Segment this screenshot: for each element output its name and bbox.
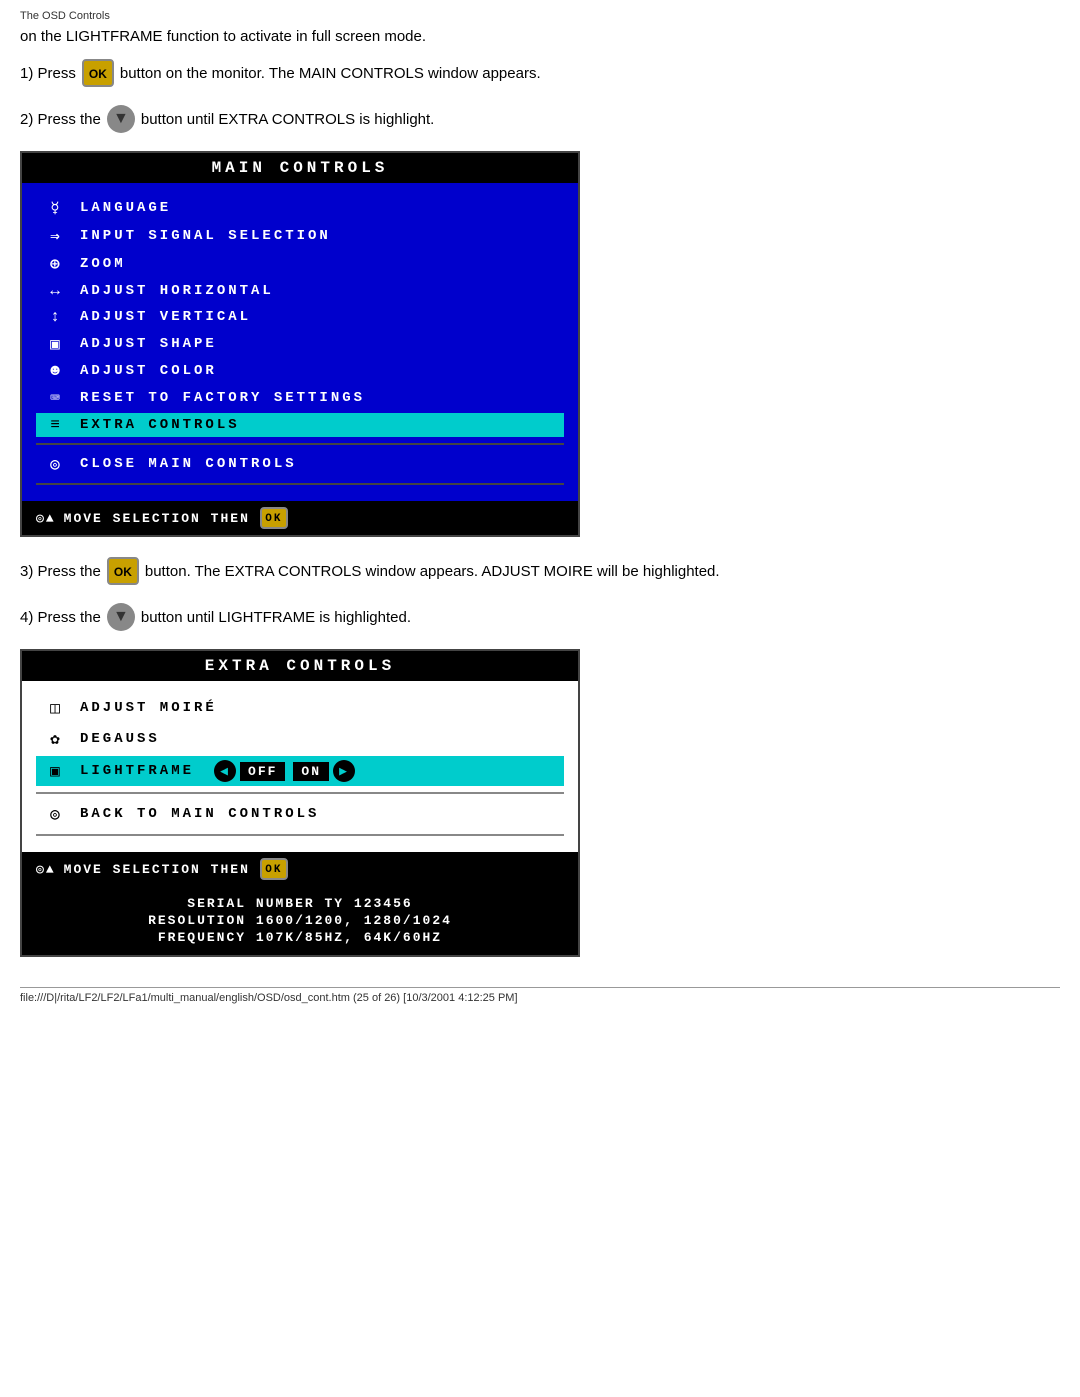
footer-ok-icon: OK [260, 507, 288, 529]
input-signal-label: INPUT SIGNAL SELECTION [80, 228, 331, 244]
back-label: BACK TO MAIN CONTROLS [80, 806, 319, 822]
footer-arrows-icon: ◎▲ [36, 511, 56, 526]
degauss-label: DEGAUSS [80, 731, 160, 747]
step1-suffix: button on the monitor. The MAIN CONTROLS… [120, 65, 541, 82]
extra-menu-item-adjust-moire[interactable]: ◫ ADJUST MOIRÉ [36, 694, 564, 722]
extra-controls-title: EXTRA CONTROLS [22, 651, 578, 681]
lightframe-label: LIGHTFRAME [80, 763, 194, 779]
osd-divider1 [36, 443, 564, 445]
extra-info-section: SERIAL NUMBER TY 123456 RESOLUTION 1600/… [22, 886, 578, 955]
step2: 2) Press the ▼ button until EXTRA CONTRO… [20, 105, 1060, 133]
zoom-icon: ⊕ [42, 254, 70, 274]
menu-item-adjust-vertical[interactable]: ↕ ADJUST VERTICAL [36, 305, 564, 329]
step1-prefix: 1) Press [20, 65, 76, 82]
extra-menu-item-degauss[interactable]: ✿ DEGAUSS [36, 725, 564, 753]
osd-divider2 [36, 483, 564, 485]
menu-item-reset[interactable]: ⌨ RESET TO FACTORY SETTINGS [36, 385, 564, 411]
step1: 1) Press OK button on the monitor. The M… [20, 59, 1060, 87]
extra-controls-footer: ◎▲ MOVE SELECTION THEN OK [22, 852, 578, 886]
step2-prefix: 2) Press the [20, 111, 101, 128]
lf-left-arrow[interactable]: ◀ [214, 760, 236, 782]
back-icon: ◎ [42, 804, 70, 824]
step2-suffix: button until EXTRA CONTROLS is highlight… [141, 111, 434, 128]
adjust-horizontal-label: ADJUST HORIZONTAL [80, 283, 274, 299]
extra-menu-item-back[interactable]: ◎ BACK TO MAIN CONTROLS [36, 800, 564, 828]
reset-icon: ⌨ [42, 388, 70, 408]
menu-item-close-main[interactable]: ◎ CLOSE MAIN CONTROLS [36, 451, 564, 477]
lf-right-arrow[interactable]: ▶ [333, 760, 355, 782]
close-icon: ◎ [42, 454, 70, 474]
step4-suffix: button until LIGHTFRAME is highlighted. [141, 609, 411, 626]
adjust-horizontal-icon: ↔ [42, 282, 70, 300]
extra-footer-ok-icon: OK [260, 858, 288, 880]
lf-off-label: OFF [240, 762, 285, 781]
step3-suffix: button. The EXTRA CONTROLS window appear… [145, 563, 720, 580]
step3-prefix: 3) Press the [20, 563, 101, 580]
lightframe-controls: ◀ OFF ON ▶ [214, 760, 355, 782]
browser-tab: The OSD Controls [20, 10, 1060, 22]
menu-item-language[interactable]: ☿ LANGUAGE [36, 195, 564, 221]
adjust-moire-label: ADJUST MOIRÉ [80, 700, 217, 716]
down-button-icon-2: ▼ [107, 603, 135, 631]
menu-item-zoom[interactable]: ⊕ ZOOM [36, 251, 564, 277]
adjust-vertical-icon: ↕ [42, 308, 70, 326]
extra-footer-arrows-icon: ◎▲ [36, 862, 56, 877]
adjust-color-icon: ☻ [42, 362, 70, 380]
extra-divider2 [36, 834, 564, 836]
adjust-vertical-label: ADJUST VERTICAL [80, 309, 251, 325]
reset-label: RESET TO FACTORY SETTINGS [80, 390, 365, 406]
down-button-icon: ▼ [107, 105, 135, 133]
extra-controls-label: EXTRA CONTROLS [80, 417, 240, 433]
serial-number-text: SERIAL NUMBER TY 123456 [36, 896, 564, 911]
menu-item-extra-controls[interactable]: ≡ EXTRA CONTROLS [36, 413, 564, 437]
intro-text: on the LIGHTFRAME function to activate i… [20, 28, 1060, 45]
footer-row: ◎▲ MOVE SELECTION THEN OK [36, 507, 564, 529]
extra-controls-body: ◫ ADJUST MOIRÉ ✿ DEGAUSS ▣ LIGHTFRAME ◀ … [22, 681, 578, 852]
main-controls-window: MAIN CONTROLS ☿ LANGUAGE ⇒ INPUT SIGNAL … [20, 151, 580, 537]
lightframe-icon: ▣ [42, 761, 70, 781]
extra-footer-row: ◎▲ MOVE SELECTION THEN OK [36, 858, 564, 880]
adjust-moire-icon: ◫ [42, 698, 70, 718]
menu-item-adjust-color[interactable]: ☻ ADJUST COLOR [36, 359, 564, 383]
step3: 3) Press the OK button. The EXTRA CONTRO… [20, 557, 1060, 585]
resolution-text: RESOLUTION 1600/1200, 1280/1024 [36, 913, 564, 928]
lf-on-label: ON [293, 762, 329, 781]
zoom-label: ZOOM [80, 256, 126, 272]
adjust-color-label: ADJUST COLOR [80, 363, 217, 379]
language-icon: ☿ [42, 198, 70, 218]
extra-divider1 [36, 792, 564, 794]
degauss-icon: ✿ [42, 729, 70, 749]
extra-controls-window: EXTRA CONTROLS ◫ ADJUST MOIRÉ ✿ DEGAUSS … [20, 649, 580, 957]
ok-button-icon: OK [82, 59, 114, 87]
extra-controls-icon: ≡ [42, 416, 70, 434]
extra-menu-item-lightframe[interactable]: ▣ LIGHTFRAME ◀ OFF ON ▶ [36, 756, 564, 786]
adjust-shape-icon: ▣ [42, 334, 70, 354]
step4-prefix: 4) Press the [20, 609, 101, 626]
step4: 4) Press the ▼ button until LIGHTFRAME i… [20, 603, 1060, 631]
adjust-shape-label: ADJUST SHAPE [80, 336, 217, 352]
menu-item-adjust-shape[interactable]: ▣ ADJUST SHAPE [36, 331, 564, 357]
main-controls-body: ☿ LANGUAGE ⇒ INPUT SIGNAL SELECTION ⊕ ZO… [22, 183, 578, 501]
menu-item-input-signal[interactable]: ⇒ INPUT SIGNAL SELECTION [36, 223, 564, 249]
footer-text: MOVE SELECTION THEN [64, 511, 250, 526]
ok-button-icon-2: OK [107, 557, 139, 585]
close-main-label: CLOSE MAIN CONTROLS [80, 456, 297, 472]
input-signal-icon: ⇒ [42, 226, 70, 246]
menu-item-adjust-horizontal[interactable]: ↔ ADJUST HORIZONTAL [36, 279, 564, 303]
main-controls-title: MAIN CONTROLS [22, 153, 578, 183]
frequency-text: FREQUENCY 107K/85HZ, 64K/60HZ [36, 930, 564, 945]
main-controls-footer: ◎▲ MOVE SELECTION THEN OK [22, 501, 578, 535]
language-label: LANGUAGE [80, 200, 171, 216]
bottom-status-bar: file:///D|/rita/LF2/LF2/LFa1/multi_manua… [20, 987, 1060, 1004]
extra-footer-text: MOVE SELECTION THEN [64, 862, 250, 877]
